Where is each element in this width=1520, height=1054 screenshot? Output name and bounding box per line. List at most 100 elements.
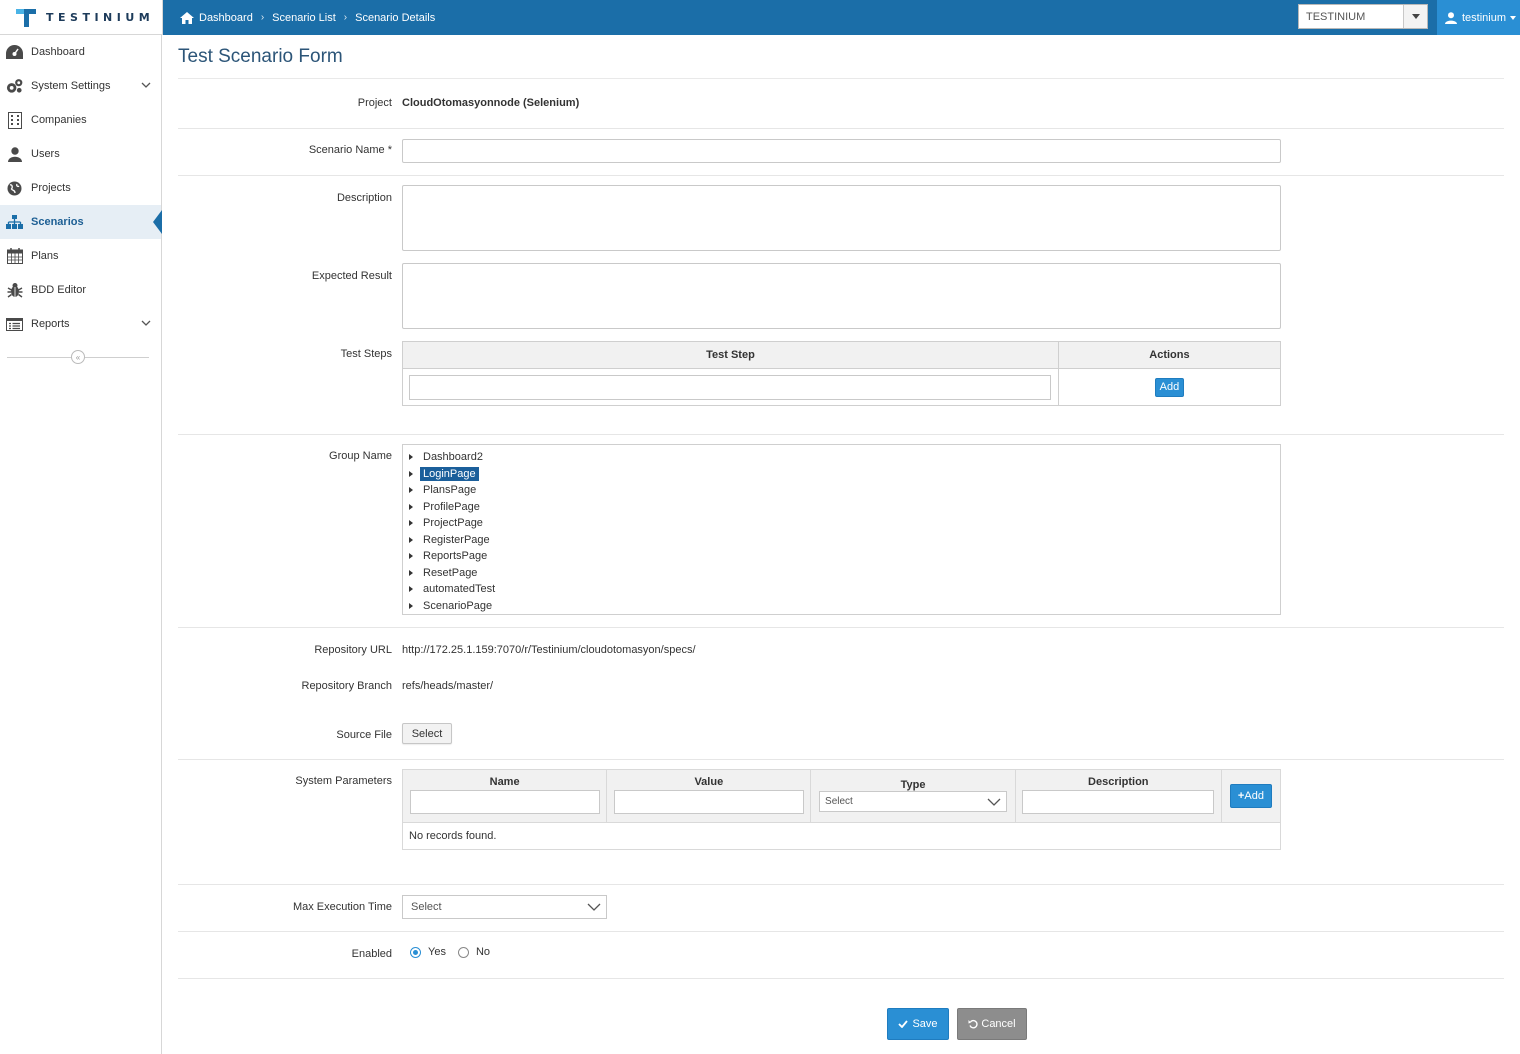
sidebar-item-label: Reports (31, 318, 70, 330)
chevron-down-icon (587, 903, 601, 911)
caret-right-icon[interactable] (409, 602, 413, 609)
dashboard-icon (6, 44, 23, 61)
tree-item-resetpage[interactable]: ResetPage (403, 565, 1280, 582)
breadcrumb-separator-icon: › (260, 12, 265, 23)
sidebar-item-companies[interactable]: Companies (0, 103, 161, 137)
test-step-cell (402, 368, 1059, 406)
breadcrumb-scenario-list[interactable]: Scenario List (272, 12, 336, 24)
caret-right-icon[interactable] (409, 454, 413, 461)
cancel-button[interactable]: Cancel (957, 1008, 1027, 1040)
tree-item-scenariopage[interactable]: ScenarioPage (403, 598, 1280, 615)
param-value-header: Value (694, 776, 724, 788)
caret-right-icon[interactable] (409, 470, 413, 477)
no-records-message: No records found. (402, 822, 1281, 850)
divider (178, 627, 1504, 628)
param-value-column: Value (606, 769, 812, 823)
user-menu[interactable]: testinium (1437, 0, 1520, 35)
sidebar-item-bdd-editor[interactable]: BDD Editor (0, 273, 161, 307)
sidebar-item-label: BDD Editor (31, 284, 87, 296)
sidebar-item-label: Companies (31, 114, 87, 126)
param-value-input[interactable] (613, 790, 804, 814)
param-type-column: Type Select (810, 769, 1016, 823)
caret-right-icon[interactable] (409, 586, 413, 593)
logo-text: TESTINIUM (46, 10, 155, 24)
tree-item-loginpage[interactable]: LoginPage (403, 466, 1280, 483)
test-steps-table: Test Step Actions Add (402, 341, 1282, 406)
divider (178, 434, 1504, 435)
param-add-column: +Add (1220, 769, 1282, 823)
param-type-header: Type (900, 779, 926, 791)
tree-item-registerpage[interactable]: RegisterPage (403, 532, 1280, 549)
system-parameters-label: System Parameters (295, 775, 392, 787)
caret-right-icon[interactable] (409, 553, 413, 560)
caret-right-icon[interactable] (409, 487, 413, 494)
sidebar-item-label: Projects (31, 182, 71, 194)
chevron-down-icon (987, 798, 1001, 806)
enabled-yes-label[interactable]: Yes (428, 946, 446, 958)
save-button-label: Save (912, 1018, 938, 1030)
max-execution-time-select[interactable]: Select (402, 895, 607, 919)
sidebar-item-plans[interactable]: Plans (0, 239, 161, 273)
param-description-input[interactable] (1022, 790, 1215, 814)
project-select[interactable]: TESTINIUM (1298, 4, 1428, 29)
caret-down-icon[interactable] (1403, 5, 1427, 28)
building-icon (6, 111, 23, 129)
tree-item-planspage[interactable]: PlansPage (403, 482, 1280, 499)
breadcrumb: Dashboard › Scenario List › Scenario Det… (180, 0, 435, 35)
scenario-name-input[interactable] (402, 139, 1281, 163)
expected-result-textarea[interactable] (402, 263, 1281, 329)
add-parameter-label: Add (1244, 790, 1264, 802)
sidebar-item-reports[interactable]: Reports (0, 307, 161, 341)
tree-item-dashboard2[interactable]: Dashboard2 (403, 449, 1280, 466)
repository-url-value: http://172.25.1.159:7070/r/Testinium/clo… (402, 644, 696, 656)
caret-right-icon[interactable] (409, 503, 413, 510)
bug-icon (6, 282, 23, 299)
param-type-select[interactable]: Select (819, 791, 1008, 812)
caret-right-icon[interactable] (409, 536, 413, 543)
add-parameter-button[interactable]: +Add (1229, 784, 1272, 808)
param-type-value: Select (825, 796, 853, 807)
enabled-no-label[interactable]: No (476, 946, 490, 958)
save-button[interactable]: Save (887, 1008, 949, 1040)
collapse-sidebar-icon[interactable]: « (71, 350, 85, 364)
max-execution-time-value: Select (411, 901, 442, 913)
gears-icon (6, 78, 23, 95)
test-step-header: Test Step (402, 341, 1059, 369)
add-step-button[interactable]: Add (1154, 377, 1184, 397)
param-name-column: Name (401, 769, 608, 823)
caret-right-icon[interactable] (409, 520, 413, 527)
repository-branch-label: Repository Branch (301, 680, 393, 692)
tree-item-automatedtest[interactable]: automatedTest (403, 581, 1280, 598)
source-file-select-button[interactable]: Select (402, 723, 452, 744)
page-title: Test Scenario Form (178, 46, 1504, 79)
sidebar-item-scenarios[interactable]: Scenarios (0, 205, 162, 239)
test-step-input[interactable] (409, 374, 1052, 400)
system-parameters-table: Name Value Type Select Description +Add … (401, 769, 1282, 850)
user-icon (1445, 11, 1457, 24)
divider (178, 759, 1504, 760)
test-steps-table-wrapper: Test Step Actions Add (402, 341, 1282, 406)
enabled-no-radio[interactable] (457, 946, 469, 958)
main-content: Test Scenario Form Project CloudOtomasyo… (178, 35, 1504, 1040)
test-steps-label: Test Steps (340, 348, 392, 360)
project-value: CloudOtomasyonnode (Selenium) (402, 97, 580, 109)
tree-item-projectpage[interactable]: ProjectPage (403, 515, 1280, 532)
sidebar-item-projects[interactable]: Projects (0, 171, 161, 205)
tree-item-profilepage[interactable]: ProfilePage (403, 499, 1280, 516)
sidebar-item-dashboard[interactable]: Dashboard (0, 35, 161, 69)
caret-right-icon[interactable] (409, 569, 413, 576)
sitemap-icon (6, 214, 23, 231)
actions-header: Actions (1057, 341, 1282, 369)
undo-icon (968, 1019, 978, 1029)
param-name-input[interactable] (409, 790, 600, 814)
tree-item-reportspage[interactable]: ReportsPage (403, 548, 1280, 565)
sidebar-item-users[interactable]: Users (0, 137, 161, 171)
description-textarea[interactable] (402, 185, 1281, 251)
divider (178, 978, 1504, 979)
enabled-yes-radio[interactable] (410, 946, 421, 958)
cancel-button-label: Cancel (981, 1018, 1016, 1030)
sidebar-item-system-settings[interactable]: System Settings (0, 69, 161, 103)
logo[interactable]: TESTINIUM (0, 0, 163, 35)
breadcrumb-dashboard[interactable]: Dashboard (199, 12, 253, 24)
sidebar-item-label: Users (31, 148, 60, 160)
